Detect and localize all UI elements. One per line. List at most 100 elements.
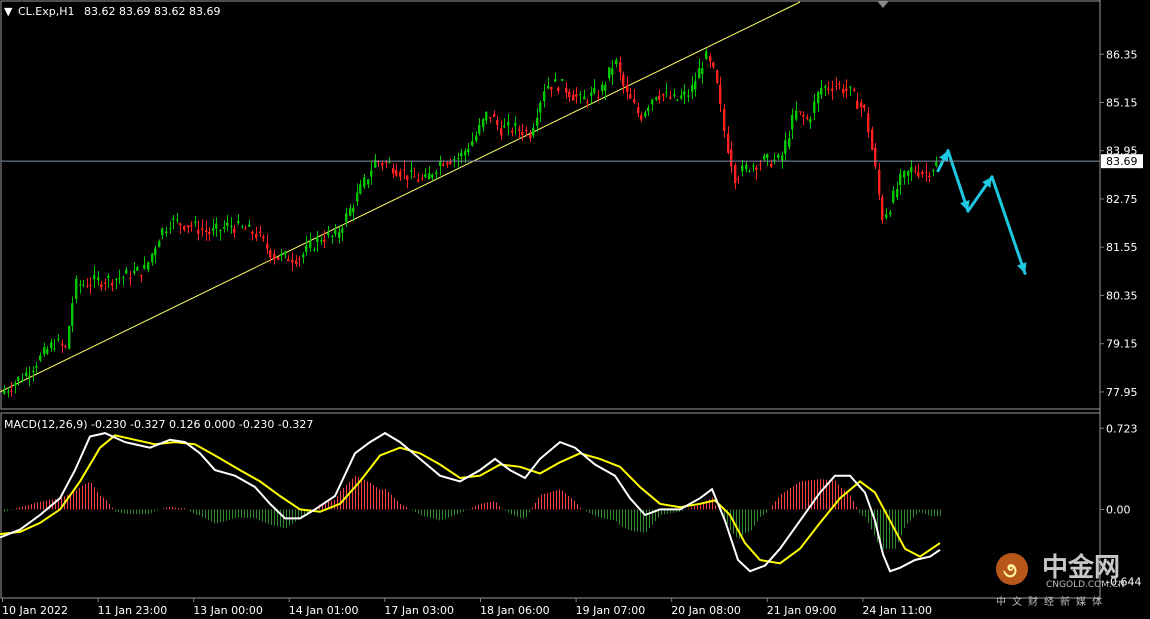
candle-body [658,95,661,100]
price-tick-label: 77.95 [1106,386,1138,399]
macd-title: MACD(12,26,9) -0.230 -0.327 0.126 0.000 … [4,418,313,431]
candle-body [640,115,643,120]
candle-body [129,277,132,280]
candle-body [201,228,204,230]
candle-body [730,149,733,167]
candle-body [158,241,161,248]
candle-body [395,169,398,176]
candle-body [806,117,809,119]
candle-body [3,390,6,394]
candle-body [799,111,802,113]
candle-body [367,179,370,185]
candle-body [107,275,110,279]
candle-body [543,91,546,102]
candle-body [752,165,755,167]
candle-body [298,258,301,260]
candle-body [863,105,866,109]
candle-body [172,218,175,220]
candle-body [316,236,319,243]
watermark-logo-glyph: ૭ [1003,558,1017,582]
watermark-cn: 中金网 [1042,552,1120,583]
candle-body [460,152,463,157]
candle-body [615,59,618,65]
candle-body [349,208,352,216]
candle-body [219,229,222,231]
candle-body [323,239,326,242]
candle-body [287,259,290,262]
candle-body [921,171,924,175]
candle-body [424,174,427,177]
candle-body [388,162,391,164]
candle-body [280,253,283,256]
candle-body [17,376,20,381]
candle-body [449,162,452,165]
candle-body [338,232,341,238]
candle-body [341,228,344,233]
candle-body [147,262,150,270]
chart-shift-marker-icon[interactable] [877,1,889,8]
candle-body [896,188,899,198]
candle-body [226,222,229,226]
watermark-sub: 中文财经新媒体 [996,595,1108,608]
candle-body [651,99,654,105]
candle-body [719,84,722,105]
candle-body [503,125,506,128]
price-tick-label: 80.35 [1106,289,1138,302]
candle-body [759,164,762,166]
candle-body [766,154,769,158]
candle-body [413,176,416,178]
collapse-arrow-icon[interactable]: ▼ [4,5,13,18]
candle-body [622,74,625,86]
trading-chart: ▼ CL.Exp,H1 83.62 83.69 83.62 83.69 86.3… [0,0,1143,617]
candle-body [802,114,805,117]
candle-body [50,342,53,349]
candle-body [853,89,856,91]
candle-body [583,96,586,100]
candle-body [237,220,240,224]
candle-body [644,112,647,117]
candle-body [773,159,776,161]
candle-body [932,170,935,172]
candle-body [241,226,244,228]
candle-body [626,84,629,92]
candle-body [827,88,830,90]
candle-body [604,84,607,91]
candle-body [723,109,726,132]
candle-body [230,226,233,228]
candle-body [406,175,409,180]
macd-layer [0,431,941,573]
candle-body [928,175,931,177]
candle-body [770,163,773,167]
candle-body [475,135,478,141]
time-tick-label: 24 Jan 11:00 [862,604,932,617]
time-tick-label: 19 Jan 07:00 [576,604,646,617]
candle-body [194,221,197,223]
candle-body [255,234,258,239]
candle-body [61,343,64,346]
candle-body [482,118,485,128]
candle-body [133,270,136,274]
candle-body [493,113,496,117]
candle-body [597,96,600,98]
candle-body [593,88,596,93]
ohlc-header: 83.62 83.69 83.62 83.69 [84,5,220,18]
candle-body [28,375,31,377]
candle-body [46,349,49,354]
candle-body [892,190,895,203]
time-tick-label: 18 Jan 06:00 [480,604,550,617]
candle-body [277,257,280,260]
candle-body [691,85,694,92]
candle-body [683,91,686,96]
candle-body [248,224,251,227]
candle-body [903,171,906,178]
current-price-layer: 83.69 [1,154,1143,169]
candle-body [716,70,719,84]
candle-body [327,233,330,236]
candle-body [410,170,413,172]
candle-body [665,92,668,94]
candle-body [320,240,323,242]
candle-body [21,379,24,382]
candle-body [334,230,337,234]
candle-body [233,228,236,233]
candle-body [687,95,690,97]
